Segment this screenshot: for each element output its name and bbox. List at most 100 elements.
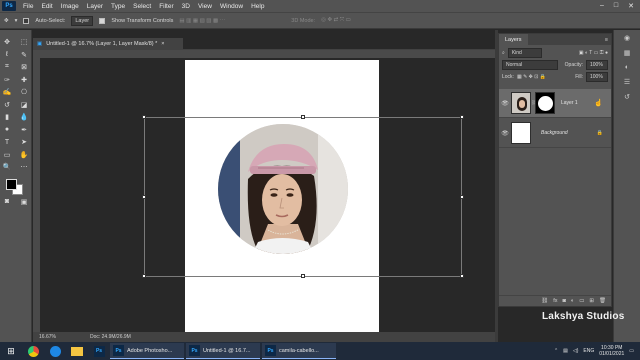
tray-chevron-icon[interactable]: ⌃ bbox=[554, 348, 558, 354]
screen-mode-icon[interactable]: ▣ bbox=[19, 197, 30, 207]
crop-icon[interactable]: ⌗ bbox=[2, 62, 13, 72]
transform-handle[interactable] bbox=[460, 195, 464, 199]
photoshop-taskbar-icon[interactable]: Ps bbox=[90, 344, 108, 358]
clock[interactable]: 10:30 PM 01/01/2021 bbox=[599, 345, 624, 357]
menu-layer[interactable]: Layer bbox=[83, 3, 107, 10]
doc-size-info[interactable]: Doc: 24.9M/26.9M bbox=[90, 334, 131, 340]
3d-tool-icons[interactable]: ◎ ✥ ⇄ ⤧ ▭ bbox=[321, 17, 351, 24]
maximize-button[interactable]: □ bbox=[614, 2, 618, 10]
fx-icon[interactable]: fx bbox=[553, 298, 557, 304]
fill-field[interactable]: 100% bbox=[586, 72, 608, 82]
link-layers-icon[interactable]: ⛓ bbox=[541, 298, 548, 304]
layer-row-layer-1[interactable]: 👁 ⛓ Layer 1 ☝ bbox=[499, 89, 611, 118]
new-group-icon[interactable]: ▭ bbox=[579, 298, 584, 304]
transform-handle[interactable] bbox=[142, 274, 146, 278]
menu-edit[interactable]: Edit bbox=[37, 3, 56, 10]
brush-icon[interactable]: ✍ bbox=[2, 87, 13, 97]
healing-icon[interactable]: ✚ bbox=[19, 75, 30, 85]
menu-select[interactable]: Select bbox=[129, 3, 155, 10]
network-icon[interactable]: ▤ bbox=[563, 348, 568, 354]
layer-name[interactable]: Background bbox=[541, 130, 568, 136]
align-icons[interactable]: ▤ ▥ ▦ ▧ ▨ ▩ ⋯ bbox=[179, 18, 225, 24]
edge-icon[interactable] bbox=[46, 344, 64, 358]
layer-thumbnail[interactable] bbox=[511, 122, 531, 144]
quick-select-icon[interactable]: ✎ bbox=[19, 50, 30, 60]
close-tab-icon[interactable]: × bbox=[161, 41, 164, 47]
hand-icon[interactable]: ✋ bbox=[19, 150, 30, 160]
adjustment-layer-icon[interactable]: ◐ bbox=[571, 298, 574, 304]
chrome-icon[interactable] bbox=[24, 344, 42, 358]
pen-icon[interactable]: ✒ bbox=[19, 125, 30, 135]
eraser-icon[interactable]: ◪ bbox=[19, 100, 30, 110]
notifications-icon[interactable]: ▭ bbox=[629, 348, 634, 354]
menu-filter[interactable]: Filter bbox=[155, 3, 177, 10]
add-mask-icon[interactable]: ◙ bbox=[563, 298, 566, 304]
blur-icon[interactable]: 💧 bbox=[19, 112, 30, 122]
canvas-area[interactable] bbox=[40, 58, 495, 332]
document-tab[interactable]: ▣ Untitled-1 @ 16.7% (Layer 1, Layer Mas… bbox=[33, 38, 183, 49]
rectangle-icon[interactable]: ▭ bbox=[2, 150, 13, 160]
path-select-icon[interactable]: ➤ bbox=[19, 137, 30, 147]
language-indicator[interactable]: ENG bbox=[583, 348, 594, 354]
adjustments-panel-icon[interactable]: ◐ bbox=[625, 64, 629, 71]
dodge-icon[interactable]: ● bbox=[2, 125, 13, 135]
close-button[interactable]: ✕ bbox=[628, 2, 634, 10]
move-tool-icon[interactable]: ✥ bbox=[4, 18, 9, 24]
tool-preset-dropdown[interactable]: ▾ bbox=[15, 18, 18, 24]
menu-image[interactable]: Image bbox=[57, 3, 83, 10]
blend-mode-dropdown[interactable]: Normal bbox=[502, 60, 558, 70]
layer-name[interactable]: Layer 1 bbox=[561, 100, 578, 106]
new-layer-icon[interactable]: ⊞ bbox=[589, 298, 594, 304]
file-explorer-icon[interactable] bbox=[68, 344, 86, 358]
properties-panel-icon[interactable]: ☰ bbox=[624, 78, 630, 86]
lasso-icon[interactable]: ℓ bbox=[2, 50, 13, 60]
move-icon[interactable]: ✥ bbox=[2, 37, 13, 47]
visibility-eye-icon[interactable]: 👁 bbox=[499, 100, 511, 107]
zoom-icon[interactable]: 🔍 bbox=[2, 162, 13, 172]
layer-thumbnail[interactable] bbox=[511, 92, 531, 114]
layers-tab[interactable]: Layers bbox=[499, 34, 528, 45]
opacity-field[interactable]: 100% bbox=[586, 60, 608, 70]
layer-mask-thumbnail[interactable] bbox=[535, 92, 555, 114]
menu-3d[interactable]: 3D bbox=[178, 3, 194, 10]
swatches-panel-icon[interactable]: ▦ bbox=[624, 49, 631, 57]
panel-menu-icon[interactable]: ≡ bbox=[605, 37, 611, 43]
taskbar-app-photoshop[interactable]: Ps Adobe Photosho... bbox=[110, 343, 184, 359]
minimize-button[interactable]: – bbox=[600, 2, 604, 10]
quick-mask-icon[interactable]: ◙ bbox=[2, 197, 13, 207]
lock-icons[interactable]: ▦ ✎ ✥ ⊡ 🔒 bbox=[517, 74, 546, 80]
show-transform-checkbox[interactable] bbox=[99, 17, 106, 24]
zoom-level[interactable]: 16.67% bbox=[39, 334, 56, 340]
lock-icon[interactable]: 🔒 bbox=[597, 130, 603, 136]
menu-type[interactable]: Type bbox=[107, 3, 129, 10]
start-icon[interactable]: ⊞ bbox=[2, 344, 20, 358]
trash-icon[interactable]: 🗑 bbox=[599, 298, 606, 304]
gradient-icon[interactable]: ▮ bbox=[2, 112, 13, 122]
history-panel-icon[interactable]: ↺ bbox=[624, 93, 630, 101]
frame-icon[interactable]: ⊠ bbox=[19, 62, 30, 72]
transform-handle[interactable] bbox=[460, 274, 464, 278]
color-panel-icon[interactable]: ◉ bbox=[624, 34, 630, 42]
menu-window[interactable]: Window bbox=[216, 3, 247, 10]
transform-handle[interactable] bbox=[301, 274, 305, 278]
type-icon[interactable]: T bbox=[2, 137, 13, 147]
stamp-icon[interactable]: ⎔ bbox=[19, 87, 30, 97]
auto-select-dropdown[interactable]: Layer bbox=[71, 15, 94, 26]
volume-icon[interactable]: ◁) bbox=[573, 348, 579, 354]
eyedropper-icon[interactable]: ✑ bbox=[2, 75, 13, 85]
more-tools-icon[interactable]: ⋯ bbox=[19, 162, 30, 172]
auto-select-checkbox[interactable] bbox=[23, 17, 30, 24]
transform-handle[interactable] bbox=[142, 195, 146, 199]
color-swatches[interactable] bbox=[3, 178, 29, 196]
layer-row-background[interactable]: 👁 Background 🔒 bbox=[499, 119, 611, 148]
marquee-icon[interactable]: ⬚ bbox=[19, 37, 30, 47]
menu-help[interactable]: Help bbox=[247, 3, 268, 10]
filter-icons[interactable]: ▣ ◐ T ▭ ⚿ ● bbox=[579, 50, 608, 56]
kind-filter-dropdown[interactable]: Kind bbox=[507, 48, 542, 58]
transform-handle[interactable] bbox=[301, 115, 305, 119]
foreground-color[interactable] bbox=[5, 178, 17, 190]
transform-handle[interactable] bbox=[460, 115, 464, 119]
visibility-eye-icon[interactable]: 👁 bbox=[499, 130, 511, 137]
menu-file[interactable]: File bbox=[19, 3, 37, 10]
taskbar-app-camila[interactable]: Ps camila-cabello... bbox=[262, 343, 336, 359]
